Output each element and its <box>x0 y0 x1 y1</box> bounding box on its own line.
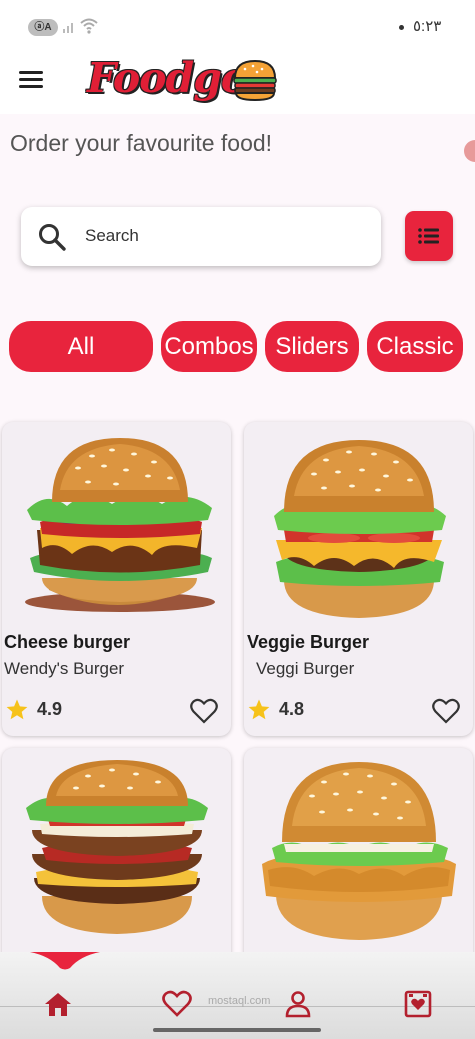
signal-icon <box>63 23 73 33</box>
watermark: mostaql.com <box>208 995 271 1007</box>
veggie-burger-image <box>274 440 446 618</box>
product-rating: 4.8 <box>279 699 305 719</box>
status-badge: ⓐA <box>28 19 58 36</box>
app-bar: Foodgo <box>0 48 475 114</box>
app-logo: Foodgo <box>87 54 248 102</box>
category-chip-sliders[interactable]: Sliders <box>265 321 359 372</box>
search-icon <box>39 224 66 251</box>
status-bar: ⓐA ٥:٢٣ <box>0 0 475 48</box>
chicken-burger-image <box>262 762 456 940</box>
profile-icon[interactable] <box>283 990 313 1018</box>
product-card[interactable]: Cheese burger Wendy's Burger 4.9 <box>2 422 231 736</box>
category-chip-all[interactable]: All <box>9 321 153 372</box>
filter-list-icon <box>418 228 439 244</box>
search-bar[interactable] <box>21 207 381 266</box>
edge-handle <box>464 140 475 162</box>
product-name: Cheese burger <box>4 632 131 652</box>
wifi-icon <box>80 18 98 34</box>
notification-dot <box>399 25 404 30</box>
category-chip-combos[interactable]: Combos <box>161 321 257 372</box>
cart-icon[interactable] <box>403 990 433 1018</box>
category-chip-classic[interactable]: Classic <box>367 321 463 372</box>
burger-logo-icon <box>233 59 277 102</box>
product-rating: 4.9 <box>37 699 63 719</box>
page-subtitle: Order your favourite food! <box>10 130 273 156</box>
favorite-heart-icon[interactable] <box>190 698 218 724</box>
star-icon <box>248 699 270 720</box>
menu-button[interactable] <box>19 70 45 90</box>
active-tab-indicator <box>30 952 100 970</box>
product-name: Veggie Burger <box>247 632 370 652</box>
cheese-burger-image <box>25 438 215 612</box>
heart-icon[interactable] <box>162 990 192 1018</box>
search-input[interactable] <box>85 219 365 253</box>
status-time: ٥:٢٣ <box>413 18 442 35</box>
product-brand: Veggi Burger <box>256 659 355 678</box>
double-burger-image <box>26 760 208 934</box>
product-card[interactable]: Veggie Burger Veggi Burger 4.8 <box>244 422 473 736</box>
favorite-heart-icon[interactable] <box>432 698 460 724</box>
product-brand: Wendy's Burger <box>4 659 125 678</box>
gesture-home-indicator[interactable] <box>153 1028 321 1032</box>
home-screen: ⓐA ٥:٢٣ Foodgo Order your favourite food… <box>0 0 475 1039</box>
star-icon <box>6 699 28 720</box>
filter-button[interactable] <box>405 211 453 261</box>
home-icon[interactable] <box>43 990 73 1018</box>
